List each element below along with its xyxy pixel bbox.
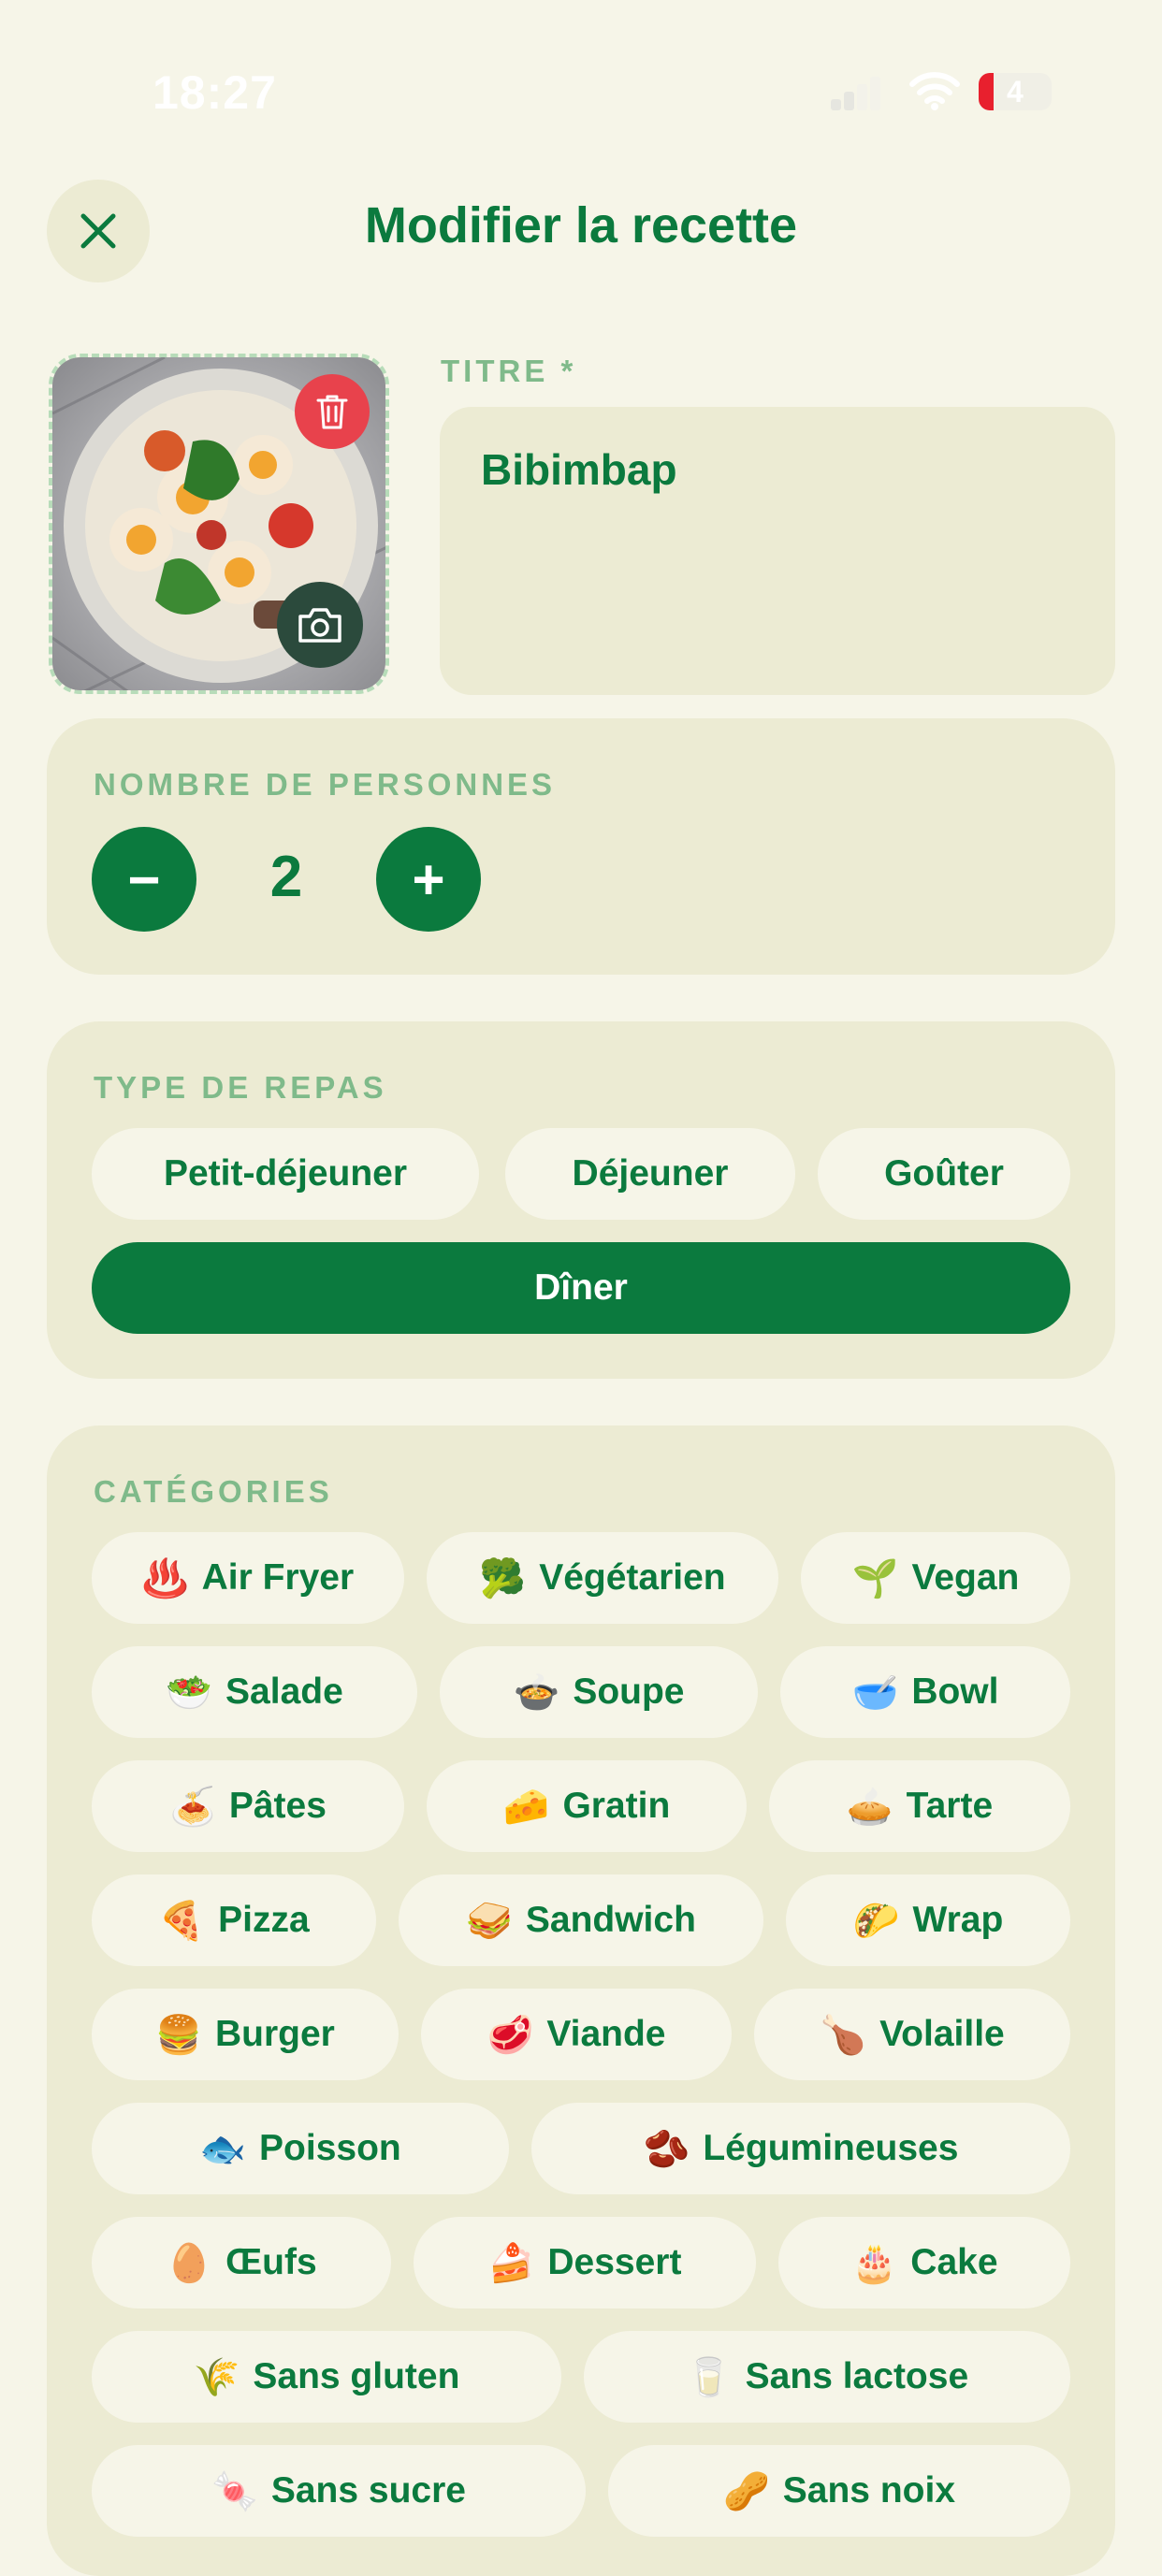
pizza-icon: 🍕: [158, 1899, 206, 1943]
meat-icon: 🥩: [487, 2013, 534, 2057]
category-chip[interactable]: 🥪 Sandwich: [399, 1874, 763, 1966]
category-chip[interactable]: 🥗 Salade: [92, 1646, 417, 1738]
pie-icon: 🥧: [846, 1785, 893, 1829]
title-field[interactable]: Bibimbap: [440, 407, 1115, 695]
category-chip[interactable]: 🥚 Œufs: [92, 2217, 391, 2308]
category-chip[interactable]: 🍝 Pâtes: [92, 1760, 404, 1852]
fish-icon: 🐟: [199, 2127, 247, 2171]
category-chip[interactable]: 🍲 Soupe: [440, 1646, 758, 1738]
candy-icon: 🍬: [211, 2469, 258, 2513]
category-chip[interactable]: 🥩 Viande: [421, 1989, 732, 2080]
spaghetti-icon: 🍝: [169, 1785, 216, 1829]
persons-count: 2: [269, 845, 303, 909]
categories-card: CATÉGORIES ♨️ Air Fryer 🥦 Végétarien 🌱 Vega…: [47, 1425, 1115, 2576]
cake-slice-icon: 🍰: [487, 2241, 535, 2285]
status-time: 18:27: [153, 66, 277, 119]
category-chip[interactable]: 🎂 Cake: [778, 2217, 1070, 2308]
title-value[interactable]: Bibimbap: [481, 444, 677, 495]
cellular-signal-icon: [831, 77, 880, 110]
category-chip[interactable]: 🥜 Sans noix: [608, 2445, 1070, 2537]
cheese-icon: 🧀: [502, 1785, 550, 1829]
plus-icon: +: [412, 847, 445, 911]
bowl-icon: 🥣: [851, 1671, 899, 1715]
category-chip[interactable]: 🧀 Gratin: [427, 1760, 747, 1852]
persons-label: NOMBRE DE PERSONNES: [94, 767, 557, 802]
meal-option-diner[interactable]: Dîner: [92, 1242, 1070, 1334]
meal-type-label: TYPE DE REPAS: [94, 1070, 387, 1105]
meal-option-dejeuner[interactable]: Déjeuner: [505, 1128, 795, 1220]
category-chip[interactable]: 🥧 Tarte: [769, 1760, 1070, 1852]
change-photo-button[interactable]: [277, 582, 363, 668]
meal-option-petit-dejeuner[interactable]: Petit-déjeuner: [92, 1128, 479, 1220]
seedling-icon: 🌱: [851, 1556, 899, 1600]
wheat-icon: 🌾: [193, 2355, 240, 2399]
category-chip[interactable]: 🥣 Bowl: [780, 1646, 1070, 1738]
egg-icon: 🥚: [166, 2241, 213, 2285]
category-chip[interactable]: 🫘 Légumineuses: [531, 2103, 1070, 2194]
category-chip[interactable]: 🍔 Burger: [92, 1989, 399, 2080]
category-chip[interactable]: 🌾 Sans gluten: [92, 2331, 561, 2423]
hot-springs-icon: ♨️: [141, 1556, 189, 1600]
taco-icon: 🌮: [852, 1899, 900, 1943]
wifi-icon: [909, 72, 960, 110]
category-chip[interactable]: 🥦 Végétarien: [427, 1532, 778, 1624]
persons-card: NOMBRE DE PERSONNES − 2 +: [47, 718, 1115, 975]
category-chip[interactable]: 🍰 Dessert: [414, 2217, 756, 2308]
category-chip[interactable]: 🐟 Poisson: [92, 2103, 509, 2194]
increase-persons-button[interactable]: +: [376, 827, 481, 932]
peanut-icon: 🥜: [722, 2469, 770, 2513]
meal-option-gouter[interactable]: Goûter: [818, 1128, 1070, 1220]
camera-icon: [298, 608, 341, 643]
category-chip[interactable]: 🍬 Sans sucre: [92, 2445, 586, 2537]
categories-label: CATÉGORIES: [94, 1474, 333, 1509]
poultry-leg-icon: 🍗: [820, 2013, 867, 2057]
birthday-cake-icon: 🎂: [850, 2241, 898, 2285]
battery-level: 4: [1007, 75, 1024, 109]
meal-type-card: TYPE DE REPAS Petit-déjeuner Déjeuner Go…: [47, 1021, 1115, 1379]
battery-icon: 4: [979, 73, 1052, 110]
category-chip[interactable]: ♨️ Air Fryer: [92, 1532, 404, 1624]
title-label: TITRE *: [441, 354, 577, 388]
soup-pot-icon: 🍲: [513, 1671, 560, 1715]
category-chip[interactable]: 🍗 Volaille: [754, 1989, 1070, 2080]
sandwich-icon: 🥪: [466, 1899, 513, 1943]
minus-icon: −: [127, 847, 161, 911]
broccoli-icon: 🥦: [479, 1556, 527, 1600]
burger-icon: 🍔: [155, 2013, 202, 2057]
milk-glass-icon: 🥛: [685, 2355, 733, 2399]
salad-icon: 🥗: [166, 1671, 213, 1715]
category-chip[interactable]: 🥛 Sans lactose: [584, 2331, 1070, 2423]
page-title: Modifier la recette: [364, 197, 798, 253]
beans-icon: 🫘: [643, 2127, 690, 2171]
delete-photo-button[interactable]: [295, 374, 370, 449]
trash-icon: [316, 395, 348, 429]
category-chip[interactable]: 🌮 Wrap: [786, 1874, 1070, 1966]
category-chip[interactable]: 🌱 Vegan: [801, 1532, 1070, 1624]
decrease-persons-button[interactable]: −: [92, 827, 196, 932]
category-chip[interactable]: 🍕 Pizza: [92, 1874, 376, 1966]
